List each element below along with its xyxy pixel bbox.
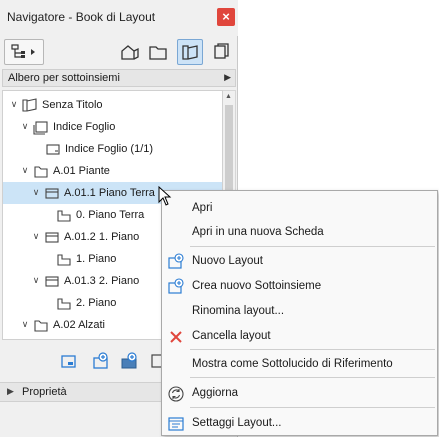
sheet-icon [46, 144, 60, 155]
settings-icon [168, 417, 184, 431]
view-mode-dropdown[interactable]: Albero per sottoinsiemi ▶ [2, 69, 236, 87]
menu-separator [190, 246, 435, 247]
menu-item-label: Apri [192, 202, 213, 214]
menu-item-label: Nuovo Layout [192, 255, 263, 267]
tree-row[interactable]: Indice Foglio (1/1) [3, 138, 222, 160]
book-icon [22, 98, 37, 112]
new-subset-icon [168, 278, 184, 294]
tree-label: 0. Piano Terra [76, 209, 145, 221]
menu-item-cancella[interactable]: Cancella layout [162, 325, 437, 347]
menu-item-label: Mostra come Sottolucido di Riferimento [192, 358, 393, 370]
tree-label: A.01.2 1. Piano [64, 231, 140, 243]
tree-label: A.01.1 Piano Terra [64, 187, 155, 199]
menu-item-label: Rinomina layout... [192, 305, 285, 317]
tree-label: Indice Foglio [53, 121, 116, 133]
new-master-button[interactable] [119, 350, 141, 372]
menu-separator [190, 407, 435, 408]
chevron-down-icon[interactable]: ∨ [20, 165, 30, 175]
publisher-icon [214, 43, 229, 59]
delete-icon [170, 331, 182, 343]
new-layout-button[interactable] [58, 350, 80, 372]
menu-item-apri[interactable]: Apri [162, 197, 437, 219]
layout-icon [57, 298, 71, 310]
subset-icon [45, 188, 59, 199]
chevron-down-icon[interactable]: ∨ [20, 319, 30, 329]
title-bar: Navigatore - Book di Layout × [0, 0, 238, 36]
menu-item-apri-nuova-scheda[interactable]: Apri in una nuova Scheda [162, 221, 437, 243]
view-mode-label: Albero per sottoinsiemi [8, 72, 120, 84]
menu-item-aggiorna[interactable]: Aggiorna [162, 382, 437, 404]
menu-item-label: Settaggi Layout... [192, 417, 282, 429]
menu-item-mostra-sottolucido[interactable]: Mostra come Sottolucido di Riferimento [162, 353, 437, 375]
menu-item-label: Aggiorna [192, 387, 239, 399]
properties-label: Proprietà [22, 386, 67, 398]
menu-separator [190, 377, 435, 378]
chevron-down-icon[interactable]: ∨ [31, 187, 41, 197]
subset-icon [33, 121, 48, 135]
context-menu: Apri Apri in una nuova Scheda Nuovo Layo… [161, 190, 438, 436]
tree-label: A.01.3 2. Piano [64, 275, 140, 287]
new-layout-icon [61, 355, 76, 368]
sitemap-menu-icon [11, 44, 35, 58]
navigator-toolbar [0, 36, 238, 68]
tree-row[interactable]: ∨ Indice Foglio [3, 116, 222, 138]
subset-icon [34, 320, 48, 332]
layout-icon [57, 254, 71, 266]
subset-icon [45, 276, 59, 287]
mouse-cursor-icon [158, 186, 172, 206]
menu-item-settaggi-layout[interactable]: Settaggi Layout... [162, 412, 437, 434]
new-subset-icon [93, 352, 108, 369]
tree-row[interactable]: ∨ Senza Titolo [3, 94, 222, 116]
menu-item-label: Apri in una nuova Scheda [192, 226, 324, 238]
layout-book-icon [182, 45, 198, 60]
tree-label: Indice Foglio (1/1) [65, 143, 154, 155]
menu-item-rinomina[interactable]: Rinomina layout... [162, 300, 437, 322]
new-layout-icon [168, 253, 184, 269]
view-map-button[interactable] [145, 39, 171, 65]
publisher-button[interactable] [209, 39, 235, 65]
subset-icon [45, 232, 59, 243]
menu-item-label: Cancella layout [192, 330, 271, 342]
tree-label: A.01 Piante [53, 165, 110, 177]
new-master-icon [121, 352, 137, 369]
tree-label: A.02 Alzati [53, 319, 105, 331]
menu-item-crea-sottoinsieme[interactable]: Crea nuovo Sottoinsieme [162, 275, 437, 297]
expand-arrow-icon[interactable]: ▶ [7, 386, 14, 397]
window-title: Navigatore - Book di Layout [7, 10, 156, 24]
chevron-down-icon[interactable]: ∨ [31, 275, 41, 285]
view-map-icon [149, 46, 167, 60]
close-button[interactable]: × [217, 8, 235, 26]
chevron-down-icon[interactable]: ∨ [20, 121, 30, 131]
tree-label: 2. Piano [76, 297, 117, 309]
sitemap-menu-button[interactable] [4, 39, 44, 65]
scroll-up-icon[interactable]: ▲ [225, 93, 232, 100]
chevron-down-icon[interactable]: ∨ [9, 99, 19, 109]
tree-row[interactable]: ∨ A.01 Piante [3, 160, 222, 182]
chevron-down-icon[interactable]: ∨ [31, 231, 41, 241]
new-subset-button[interactable] [90, 350, 112, 372]
tree-label: 1. Piano [76, 253, 117, 265]
layout-icon [57, 210, 71, 222]
subset-icon [34, 166, 48, 178]
project-map-button[interactable] [117, 39, 143, 65]
menu-separator [190, 349, 435, 350]
dropdown-arrow-icon: ▶ [224, 72, 231, 82]
layout-book-button[interactable] [177, 39, 203, 65]
tree-label: Senza Titolo [42, 99, 103, 111]
menu-item-nuovo-layout[interactable]: Nuovo Layout [162, 250, 437, 272]
project-map-icon [121, 45, 139, 60]
menu-item-label: Crea nuovo Sottoinsieme [192, 280, 322, 292]
refresh-icon [168, 386, 184, 402]
